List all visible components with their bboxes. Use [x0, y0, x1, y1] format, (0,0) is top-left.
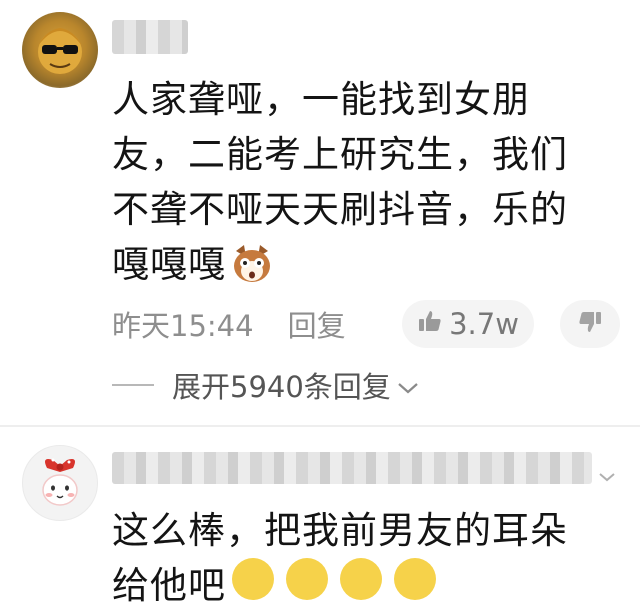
like-button[interactable]: 3.7w — [402, 300, 534, 348]
comment-line-last: 嘎嘎嘎 — [112, 237, 612, 300]
emoji-row — [232, 558, 436, 600]
like-count: 3.7w — [449, 307, 519, 341]
commenter-avatar[interactable] — [22, 12, 98, 88]
comment-line: 这么棒，把我前男友的耳朵 — [112, 509, 568, 552]
dislike-button[interactable] — [560, 300, 620, 348]
expand-replies-label: 展开5940条回复 — [172, 370, 391, 404]
comment-line-text: 嘎嘎嘎 — [112, 243, 226, 286]
reply-button[interactable]: 回复 — [288, 303, 346, 345]
chevron-down-icon — [391, 368, 419, 402]
commenter-name-blurred[interactable] — [112, 452, 592, 484]
dog-emoji-icon — [230, 243, 274, 300]
expand-replies[interactable]: 展开5940条回复 — [112, 363, 419, 407]
smile-emoji-icon — [286, 558, 328, 600]
commenter-avatar[interactable] — [22, 445, 98, 521]
smile-emoji-icon — [394, 558, 436, 600]
commenter-name-blurred[interactable] — [112, 20, 188, 54]
comment-divider — [0, 425, 640, 427]
comment-line: 人家聋哑，一能找到女朋 — [112, 78, 530, 121]
comment-text: 人家聋哑，一能找到女朋 友，二能考上研究生，我们 不聋不哑天天刷抖音，乐的 嘎嘎… — [112, 72, 612, 300]
comment-time: 昨天15:44 — [112, 309, 254, 343]
chevron-down-icon[interactable] — [598, 468, 616, 487]
smile-emoji-icon — [340, 558, 382, 600]
thumbs-down-icon — [577, 309, 603, 339]
comment-line: 不聋不哑天天刷抖音，乐的 — [112, 188, 568, 231]
smile-emoji-icon — [232, 558, 274, 600]
comment-meta: 昨天15:44 回复 — [112, 300, 346, 348]
comment-line: 友，二能考上研究生，我们 — [112, 133, 568, 176]
thumbs-up-icon — [417, 307, 449, 341]
expand-dash — [112, 384, 154, 386]
